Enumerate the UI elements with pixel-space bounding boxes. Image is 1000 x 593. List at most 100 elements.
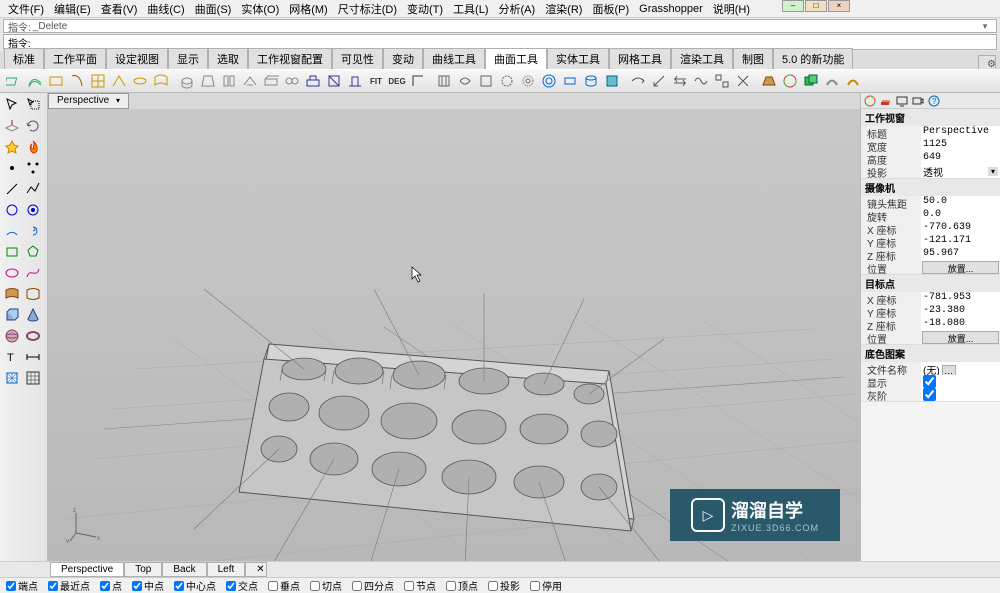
snap-point[interactable]: 点 bbox=[100, 578, 122, 593]
prop-gray-checkbox[interactable] bbox=[921, 388, 1000, 401]
panel-icon-camera[interactable] bbox=[911, 94, 925, 108]
menu-transform[interactable]: 变动(T) bbox=[403, 0, 447, 18]
srf-tool-14[interactable] bbox=[282, 71, 302, 91]
panel-icon-help[interactable]: ? bbox=[927, 94, 941, 108]
panel-icon-display[interactable] bbox=[895, 94, 909, 108]
srf-tool-37[interactable] bbox=[822, 71, 842, 91]
srf-tool-10[interactable] bbox=[198, 71, 218, 91]
tab-viewport[interactable]: 工作视窗配置 bbox=[248, 48, 332, 69]
srf-tool-16[interactable] bbox=[324, 71, 344, 91]
srf-tool-20[interactable] bbox=[455, 71, 475, 91]
srf-tool-31[interactable] bbox=[691, 71, 711, 91]
snap-endpoint[interactable]: 端点 bbox=[6, 578, 38, 593]
tab-meshtools[interactable]: 网格工具 bbox=[609, 48, 671, 69]
tool-mesh2-icon[interactable] bbox=[23, 368, 43, 388]
menu-surface[interactable]: 曲面(S) bbox=[191, 0, 236, 18]
tool-text-icon[interactable]: T bbox=[2, 347, 22, 367]
prop-camz-value[interactable]: 95.967 bbox=[921, 248, 1000, 261]
srf-tool-6[interactable] bbox=[109, 71, 129, 91]
tool-circle2-icon[interactable] bbox=[23, 200, 43, 220]
viewtab-add-button[interactable]: ✕ bbox=[245, 562, 267, 577]
menu-analyze[interactable]: 分析(A) bbox=[495, 0, 540, 18]
srf-tool-34[interactable] bbox=[759, 71, 779, 91]
menu-edit[interactable]: 编辑(E) bbox=[50, 0, 95, 18]
menu-view[interactable]: 查看(V) bbox=[97, 0, 142, 18]
snap-int[interactable]: 交点 bbox=[226, 578, 258, 593]
snap-vertex[interactable]: 顶点 bbox=[446, 578, 478, 593]
prop-title-value[interactable]: Perspective bbox=[921, 126, 1000, 139]
prop-projection-value[interactable]: 透视▾ bbox=[921, 165, 1000, 178]
srf-tool-27[interactable] bbox=[602, 71, 622, 91]
tool-dim-icon[interactable] bbox=[23, 347, 43, 367]
prop-tarpos-button[interactable]: 放置... bbox=[922, 331, 999, 344]
srf-tool-35[interactable] bbox=[780, 71, 800, 91]
prop-tary-value[interactable]: -23.380 bbox=[921, 305, 1000, 318]
tool-ellipse-icon[interactable] bbox=[2, 263, 22, 283]
menu-dimension[interactable]: 尺寸标注(D) bbox=[334, 0, 401, 18]
prop-camy-value[interactable]: -121.171 bbox=[921, 235, 1000, 248]
srf-tool-1[interactable] bbox=[4, 71, 24, 91]
snap-center[interactable]: 中心点 bbox=[174, 578, 216, 593]
srf-tool-17[interactable] bbox=[345, 71, 365, 91]
tab-surfacetools[interactable]: 曲面工具 bbox=[485, 48, 547, 69]
tool-rotate-icon[interactable] bbox=[23, 116, 43, 136]
tab-solidtools[interactable]: 实体工具 bbox=[547, 48, 609, 69]
tool-spiral-icon[interactable] bbox=[23, 221, 43, 241]
tab-transform[interactable]: 变动 bbox=[383, 48, 423, 69]
srf-tool-12[interactable] bbox=[240, 71, 260, 91]
prop-camx-value[interactable]: -770.639 bbox=[921, 222, 1000, 235]
panel-icon-props[interactable] bbox=[863, 94, 877, 108]
tool-polyline-icon[interactable] bbox=[23, 179, 43, 199]
menu-grasshopper[interactable]: Grasshopper bbox=[635, 2, 707, 16]
tool-select-icon[interactable] bbox=[2, 95, 22, 115]
tool-curve-icon[interactable] bbox=[23, 263, 43, 283]
tool-lasso-icon[interactable] bbox=[23, 95, 43, 115]
srf-tool-36[interactable] bbox=[801, 71, 821, 91]
srf-tool-18[interactable] bbox=[408, 71, 428, 91]
prop-tarx-value[interactable]: -781.953 bbox=[921, 292, 1000, 305]
tab-visibility[interactable]: 可见性 bbox=[332, 48, 383, 69]
command-input[interactable] bbox=[35, 37, 992, 48]
menu-help[interactable]: 说明(H) bbox=[709, 0, 754, 18]
srf-tool-3[interactable] bbox=[46, 71, 66, 91]
srf-tool-25[interactable] bbox=[560, 71, 580, 91]
viewtab-back[interactable]: Back bbox=[162, 562, 206, 577]
snap-near[interactable]: 最近点 bbox=[48, 578, 90, 593]
srf-tool-22[interactable] bbox=[497, 71, 517, 91]
menu-render[interactable]: 渲染(R) bbox=[541, 0, 586, 18]
viewport-perspective[interactable]: x y z ▷ 溜溜自学 ZIXUE.3D66.COM bbox=[48, 109, 860, 561]
tool-sphere-icon[interactable] bbox=[2, 326, 22, 346]
snap-quad[interactable]: 四分点 bbox=[352, 578, 394, 593]
tab-cplane[interactable]: 工作平面 bbox=[44, 48, 106, 69]
menu-file[interactable]: 文件(F) bbox=[4, 0, 48, 18]
srf-tool-19[interactable] bbox=[434, 71, 454, 91]
prop-width-value[interactable]: 1125 bbox=[921, 139, 1000, 152]
srf-tool-8[interactable] bbox=[151, 71, 171, 91]
srf-tool-38[interactable] bbox=[843, 71, 863, 91]
tool-star-icon[interactable] bbox=[2, 137, 22, 157]
prop-tarz-value[interactable]: -18.080 bbox=[921, 318, 1000, 331]
menu-panels[interactable]: 面板(P) bbox=[588, 0, 633, 18]
prop-show-checkbox[interactable] bbox=[921, 375, 1000, 388]
srf-tool-13[interactable] bbox=[261, 71, 281, 91]
srf-tool-33[interactable] bbox=[733, 71, 753, 91]
tool-line-icon[interactable] bbox=[2, 179, 22, 199]
srf-tool-15[interactable] bbox=[303, 71, 323, 91]
snap-perp[interactable]: 垂点 bbox=[268, 578, 300, 593]
tool-point-icon[interactable] bbox=[2, 158, 22, 178]
tool-cone-icon[interactable] bbox=[23, 305, 43, 325]
tab-select[interactable]: 选取 bbox=[208, 48, 248, 69]
tool-arc-icon[interactable] bbox=[2, 221, 22, 241]
close-button[interactable]: × bbox=[828, 0, 850, 12]
srf-tool-26[interactable] bbox=[581, 71, 601, 91]
srf-tool-28[interactable] bbox=[628, 71, 648, 91]
tab-display[interactable]: 显示 bbox=[168, 48, 208, 69]
srf-tool-2[interactable] bbox=[25, 71, 45, 91]
prop-campos-button[interactable]: 放置... bbox=[922, 261, 999, 274]
tool-flame-icon[interactable] bbox=[23, 137, 43, 157]
srf-tool-deg[interactable]: DEG bbox=[387, 71, 407, 91]
tab-rendertools[interactable]: 渲染工具 bbox=[671, 48, 733, 69]
tool-torus-icon[interactable] bbox=[23, 326, 43, 346]
tool-cplane-icon[interactable] bbox=[2, 116, 22, 136]
srf-tool-23[interactable] bbox=[518, 71, 538, 91]
